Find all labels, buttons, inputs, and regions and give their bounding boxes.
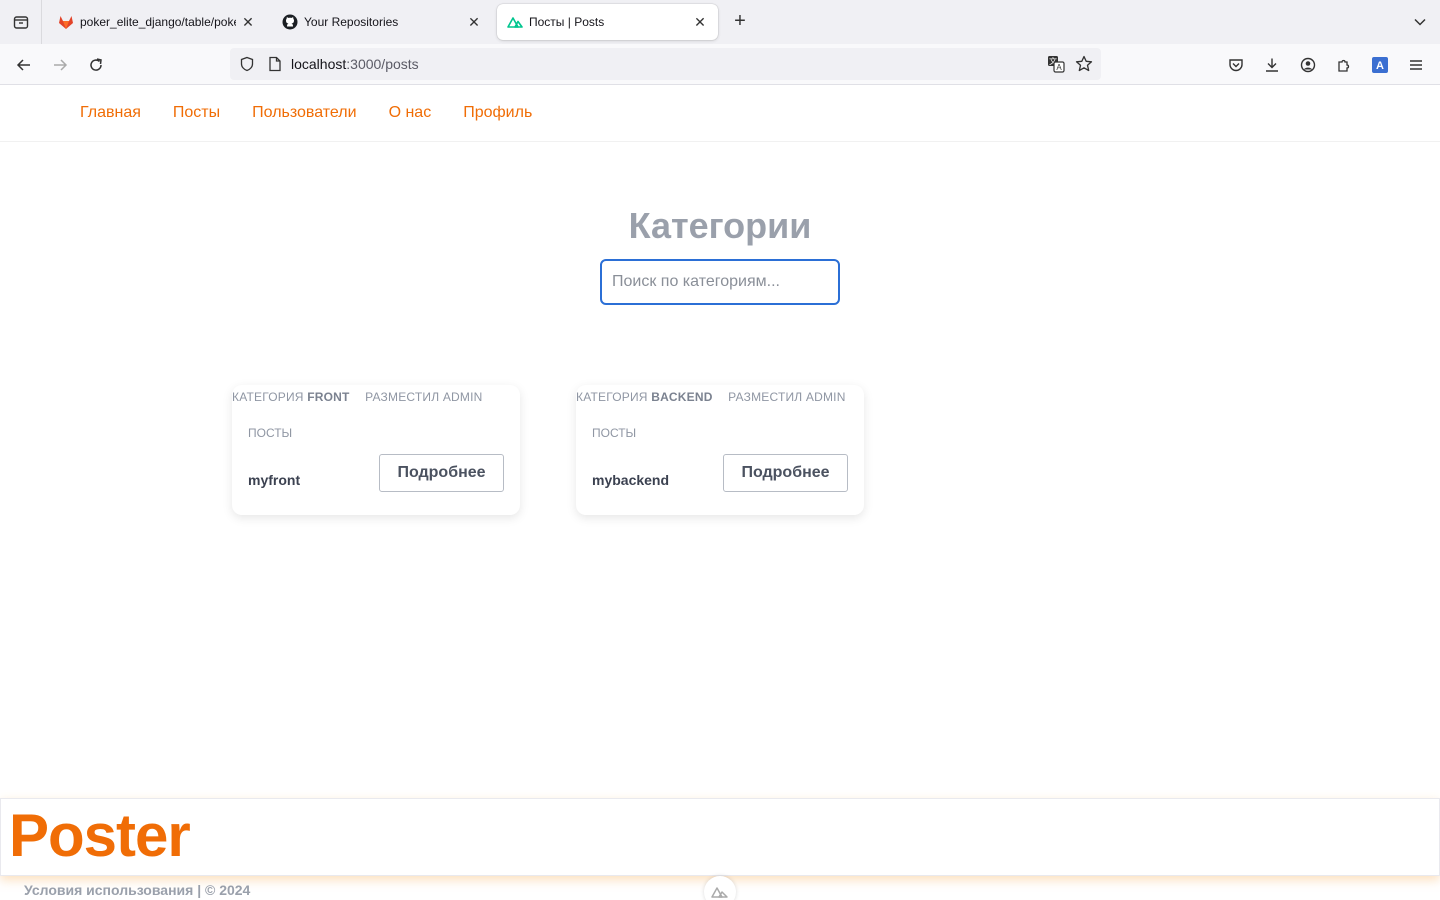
translator-extension-button[interactable]: A <box>1367 52 1393 78</box>
category-name: BACKEND <box>651 390 713 404</box>
page-title: Категории <box>628 205 812 246</box>
nav-link-posts[interactable]: Посты <box>173 104 220 122</box>
back-button[interactable] <box>11 52 37 78</box>
close-tab-icon[interactable]: ✕ <box>692 14 708 30</box>
hamburger-menu-icon <box>1410 60 1422 70</box>
downloads-button[interactable] <box>1259 52 1285 78</box>
category-prefix: КАТЕГОРИЯ <box>232 390 304 404</box>
category-search-input[interactable] <box>600 259 840 305</box>
card-meta: КАТЕГОРИЯ FRONT РАЗМЕСТИЛ ADMIN <box>232 390 483 404</box>
nav-link-home[interactable]: Главная <box>80 104 141 122</box>
category-card: КАТЕГОРИЯ FRONT РАЗМЕСТИЛ ADMIN ПОСТЫ my… <box>232 385 520 515</box>
extensions-button[interactable] <box>1331 52 1357 78</box>
footer-terms-text[interactable]: Условия использования | © 2024 <box>24 882 250 898</box>
close-tab-icon[interactable]: ✕ <box>466 14 482 30</box>
bookmark-star-icon[interactable] <box>1074 54 1094 74</box>
arrow-left-icon <box>16 59 30 71</box>
post-name: myfront <box>248 472 301 488</box>
account-button[interactable] <box>1295 52 1321 78</box>
arrow-right-icon <box>54 59 68 71</box>
download-icon <box>1266 58 1278 72</box>
tab-github[interactable]: Your Repositories ✕ <box>272 4 492 40</box>
footer-logo[interactable]: Poster <box>9 806 191 866</box>
url-path: :3000/posts <box>346 56 419 72</box>
reload-button[interactable] <box>83 52 109 78</box>
chevron-down-icon <box>1414 18 1426 26</box>
pocket-icon <box>1229 59 1243 72</box>
nav-link-profile[interactable]: Профиль <box>463 104 532 122</box>
nuxt-devtools-button[interactable] <box>704 876 736 900</box>
card-meta: КАТЕГОРИЯ BACKEND РАЗМЕСТИЛ ADMIN <box>576 390 846 404</box>
account-icon <box>1300 57 1316 73</box>
posts-label: ПОСТЫ <box>248 426 293 440</box>
tab-gitlab[interactable]: poker_elite_django/table/poker_ ✕ <box>48 4 266 40</box>
puzzle-icon <box>1338 59 1350 72</box>
shield-icon[interactable] <box>237 54 257 74</box>
card-author: РАЗМЕСТИЛ ADMIN <box>728 390 846 404</box>
reload-icon <box>90 58 102 71</box>
nuxt-icon <box>507 14 523 30</box>
page-icon[interactable] <box>265 54 285 74</box>
nav-link-about[interactable]: О нас <box>389 104 432 122</box>
close-tab-icon[interactable]: ✕ <box>240 14 256 30</box>
menu-button[interactable] <box>1403 52 1429 78</box>
posts-label: ПОСТЫ <box>592 426 637 440</box>
details-button[interactable]: Подробнее <box>723 454 848 492</box>
footer-bar <box>0 798 1440 876</box>
category-card: КАТЕГОРИЯ BACKEND РАЗМЕСТИЛ ADMIN ПОСТЫ … <box>576 385 864 515</box>
tab-title: poker_elite_django/table/poker_ <box>80 15 236 29</box>
tab-title: Посты | Posts <box>529 15 605 29</box>
translate-icon[interactable]: 文A <box>1046 54 1066 74</box>
svg-text:A: A <box>1376 60 1384 72</box>
card-author: РАЗМЕСТИЛ ADMIN <box>365 390 483 404</box>
tab-title: Your Repositories <box>304 15 399 29</box>
category-prefix: КАТЕГОРИЯ <box>576 390 648 404</box>
tab-posts[interactable]: Посты | Posts ✕ <box>497 4 718 40</box>
new-tab-button[interactable]: + <box>728 10 752 34</box>
site-navigation: Главная Посты Пользователи О нас Профиль <box>0 85 1440 142</box>
forward-button[interactable] <box>47 52 73 78</box>
url-text[interactable]: localhost:3000/posts <box>291 56 419 72</box>
post-name: mybackend <box>592 472 670 488</box>
tab-list-icon <box>13 16 28 29</box>
svg-text:A: A <box>1056 63 1062 72</box>
pocket-button[interactable] <box>1223 52 1249 78</box>
url-host: localhost <box>291 56 347 72</box>
nav-link-users[interactable]: Пользователи <box>252 104 356 122</box>
github-icon <box>282 14 298 30</box>
gitlab-icon <box>58 14 74 30</box>
browser-nav-bar: localhost:3000/posts 文A A <box>0 44 1440 85</box>
details-button[interactable]: Подробнее <box>379 454 504 492</box>
nuxt-icon <box>711 887 728 898</box>
tab-overflow-button[interactable] <box>1408 10 1432 34</box>
category-name: FRONT <box>307 390 350 404</box>
translator-icon: A <box>1372 57 1388 73</box>
url-bar[interactable]: localhost:3000/posts 文A <box>230 48 1101 80</box>
browser-tab-bar: poker_elite_django/table/poker_ ✕ Your R… <box>0 0 1440 44</box>
tab-list-button[interactable] <box>0 0 42 44</box>
